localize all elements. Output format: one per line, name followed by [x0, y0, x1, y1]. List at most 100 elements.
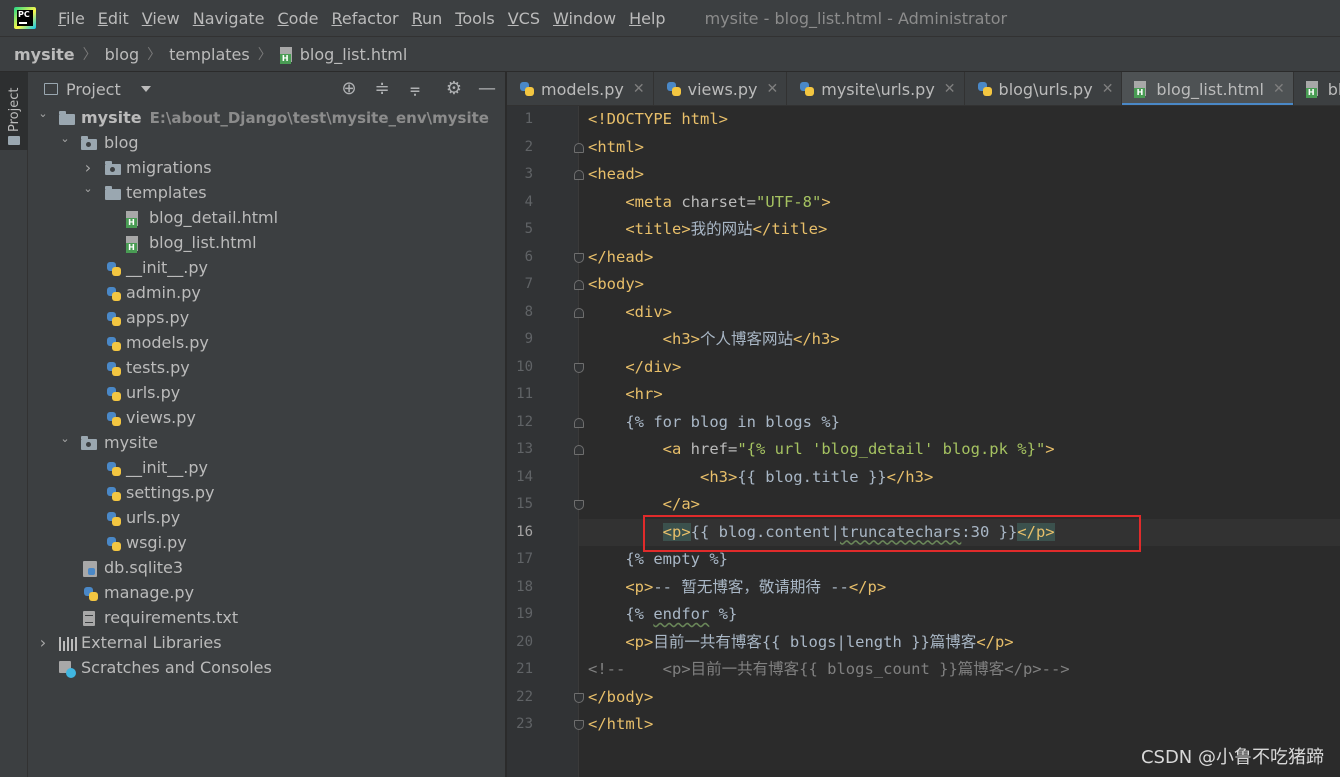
tree-item[interactable]: admin.py — [28, 281, 506, 306]
editor-tab[interactable]: blog\urls.py ✕ — [965, 72, 1123, 105]
tree-item[interactable]: __init__.py — [28, 256, 506, 281]
code-line[interactable]: <a href="{% url 'blog_detail' blog.pk %}… — [588, 436, 1055, 464]
code-line[interactable]: <meta charset="UTF-8"> — [588, 189, 830, 217]
menu-tools[interactable]: Tools — [449, 9, 500, 28]
pycharm-logo-icon: PC — [14, 7, 36, 29]
chevron-down-icon[interactable] — [140, 86, 151, 92]
tree-item[interactable]: › migrations — [28, 156, 506, 181]
breadcrumb-item[interactable]: mysite — [14, 45, 75, 64]
menu-window[interactable]: Window — [547, 9, 622, 28]
tree-item[interactable]: settings.py — [28, 481, 506, 506]
close-icon[interactable]: ✕ — [944, 81, 956, 97]
tree-item[interactable]: Scratches and Consoles — [28, 656, 506, 681]
fold-marker-icon[interactable] — [574, 170, 584, 180]
code-line[interactable]: <title>我的网站</title> — [588, 216, 827, 244]
tree-item[interactable]: ⌄ blog — [28, 131, 506, 156]
code-line[interactable]: <html> — [588, 134, 644, 162]
tree-item[interactable]: views.py — [28, 406, 506, 431]
menu-file[interactable]: File — [52, 9, 91, 28]
project-panel-title[interactable]: Project — [66, 80, 121, 99]
fold-marker-icon[interactable] — [574, 417, 584, 428]
editor-tab[interactable]: views.py ✕ — [654, 72, 788, 105]
tree-item[interactable]: urls.py — [28, 381, 506, 406]
menu-navigate[interactable]: Navigate — [187, 9, 271, 28]
project-tool-tab[interactable]: Project — [0, 72, 28, 150]
tree-item[interactable]: requirements.txt — [28, 606, 506, 631]
expand-all-icon[interactable]: ≑ — [372, 79, 392, 99]
tree-item[interactable]: tests.py — [28, 356, 506, 381]
code-line[interactable]: </head> — [588, 244, 653, 272]
code-line[interactable]: <head> — [588, 161, 644, 189]
fold-marker-icon[interactable] — [574, 720, 584, 730]
gear-icon[interactable]: ⚙ — [444, 79, 464, 99]
breadcrumb-label: blog_list.html — [299, 44, 408, 64]
tree-item[interactable]: db.sqlite3 — [28, 556, 506, 581]
code-line[interactable]: <div> — [588, 299, 672, 327]
chevron-down-icon[interactable]: ⌄ — [38, 108, 48, 119]
menu-run[interactable]: Run — [406, 9, 449, 28]
code-line[interactable]: </body> — [588, 684, 653, 712]
chevron-down-icon[interactable]: ⌄ — [83, 183, 93, 194]
tree-item[interactable]: apps.py — [28, 306, 506, 331]
tree-item[interactable]: ⌄ mysite — [28, 431, 506, 456]
editor-tab[interactable]: mysite\urls.py ✕ — [787, 72, 965, 105]
chevron-down-icon[interactable]: ⌄ — [60, 133, 70, 144]
fold-marker-icon[interactable] — [574, 307, 584, 318]
code-line[interactable]: <h3>{{ blog.title }}</h3> — [588, 464, 933, 492]
code-line[interactable]: </div> — [588, 354, 681, 382]
tree-item[interactable]: models.py — [28, 331, 506, 356]
tree-item[interactable]: wsgi.py — [28, 531, 506, 556]
breadcrumb-item[interactable]: templates — [169, 45, 250, 64]
tree-item[interactable]: manage.py — [28, 581, 506, 606]
tree-item[interactable]: __init__.py — [28, 456, 506, 481]
close-icon[interactable]: ✕ — [767, 81, 779, 97]
tree-item[interactable]: › External Libraries — [28, 631, 506, 656]
close-icon[interactable]: ✕ — [633, 81, 645, 97]
fold-marker-icon[interactable] — [574, 252, 584, 263]
chevron-right-icon[interactable]: › — [38, 635, 48, 651]
code-line[interactable]: </html> — [588, 711, 653, 739]
tree-item[interactable]: ⌄ templates — [28, 181, 506, 206]
fold-marker-icon[interactable] — [574, 500, 584, 510]
code-line[interactable]: <!DOCTYPE html> — [588, 106, 728, 134]
hide-panel-icon[interactable]: — — [477, 79, 497, 99]
editor-tab[interactable]: models.py ✕ — [507, 72, 654, 105]
chevron-right-icon[interactable]: › — [83, 160, 93, 176]
menu-refactor[interactable]: Refactor — [325, 9, 404, 28]
code-line[interactable]: <p>目前一共有博客{{ blogs|length }}篇博客</p> — [588, 629, 1013, 657]
fold-marker-icon[interactable] — [574, 445, 584, 455]
menu-vcs[interactable]: VCS — [502, 9, 546, 28]
breadcrumb-item[interactable]: blog — [105, 45, 140, 64]
python-file-icon — [666, 81, 682, 97]
breadcrumb-item[interactable]: blog_list.html — [279, 44, 408, 64]
tree-item[interactable]: blog_list.html — [28, 231, 506, 256]
menu-help[interactable]: Help — [623, 9, 671, 28]
code-line[interactable]: <p>-- 暂无博客，敬请期待 --</p> — [588, 574, 886, 602]
chevron-down-icon[interactable]: ⌄ — [60, 433, 70, 444]
code-line[interactable]: {% for blog in blogs %} — [588, 409, 840, 437]
code-line[interactable]: <h3>个人博客网站</h3> — [588, 326, 840, 354]
fold-marker-icon[interactable] — [574, 362, 584, 373]
menu-edit[interactable]: Edit — [92, 9, 135, 28]
menu-view[interactable]: View — [136, 9, 186, 28]
code-line[interactable]: <!-- <p>目前一共有博客{{ blogs_count }}篇博客</p>-… — [588, 656, 1070, 684]
locate-icon[interactable]: ⊕ — [339, 79, 359, 99]
menu-code[interactable]: Code — [272, 9, 325, 28]
collapse-all-icon[interactable]: ⩦ — [405, 79, 425, 99]
code-line[interactable]: <body> — [588, 271, 644, 299]
editor-tab[interactable]: blog_de — [1294, 72, 1340, 105]
fold-marker-icon[interactable] — [574, 280, 584, 290]
menu-mnemonic: W — [552, 8, 569, 28]
close-icon[interactable]: ✕ — [1273, 81, 1285, 97]
tree-item[interactable]: urls.py — [28, 506, 506, 531]
close-icon[interactable]: ✕ — [1102, 81, 1114, 97]
editor-tab[interactable]: blog_list.html ✕ — [1122, 72, 1294, 105]
tree-item[interactable]: blog_detail.html — [28, 206, 506, 231]
fold-marker-icon[interactable] — [574, 692, 584, 703]
fold-marker-icon[interactable] — [574, 142, 584, 153]
code-line[interactable]: {% endfor %} — [588, 601, 737, 629]
code-line[interactable]: <hr> — [588, 381, 662, 409]
tree-item[interactable]: ⌄ mysite E:\about_Django\test\mysite_env\m… — [28, 106, 506, 131]
